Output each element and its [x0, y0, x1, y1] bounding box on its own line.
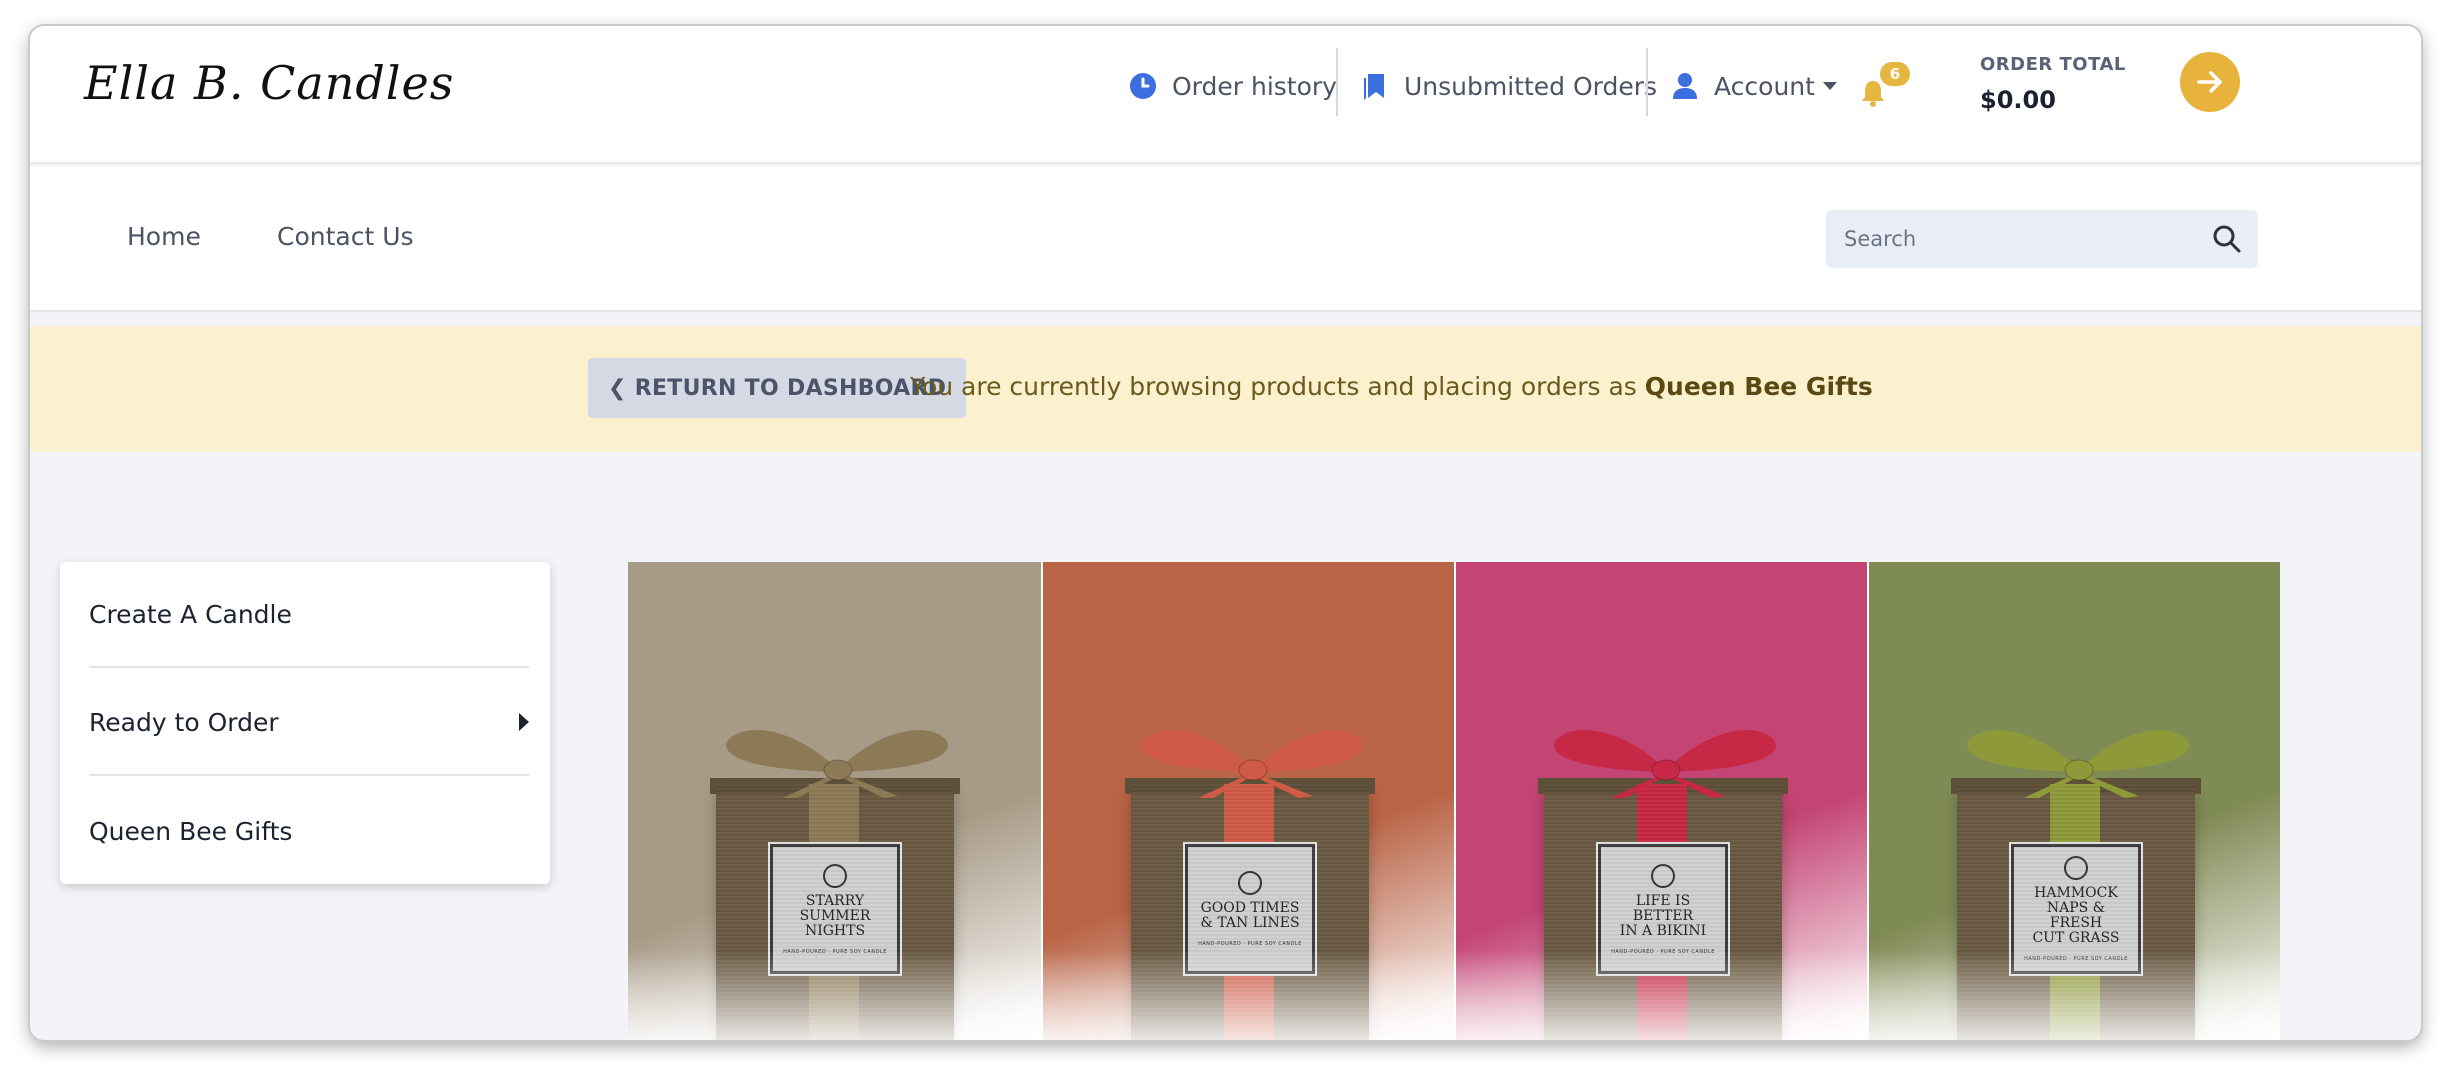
banner-message: You are currently browsing products and … — [910, 372, 1873, 401]
product-panel-life-is-better-in-a-bikini[interactable]: LIFE IS BETTER IN A BIKINI HAND-POURED ·… — [1454, 562, 1867, 1040]
order-total-value: $0.00 — [1980, 86, 2056, 114]
user-icon — [1670, 71, 1700, 101]
product-panel-good-times-tan-lines[interactable]: GOOD TIMES & TAN LINES HAND-POURED · PUR… — [1041, 562, 1454, 1040]
search-bar — [1826, 210, 2258, 268]
return-label: RETURN TO DASHBOARD — [634, 375, 947, 401]
search-button[interactable] — [2212, 224, 2242, 254]
banner-customer-name: Queen Bee Gifts — [1644, 372, 1873, 401]
candle-label-line: NIGHTS — [804, 922, 866, 939]
chevron-left-icon: ❮ — [608, 375, 627, 401]
bee-seal-icon — [1651, 863, 1675, 888]
app-window: Ella B. Candles Order history Unsubmitte… — [30, 26, 2421, 1040]
clock-icon — [1128, 71, 1158, 101]
panel-fade — [1456, 950, 1867, 1040]
product-panel-hammock-naps[interactable]: HAMMOCK NAPS & FRESH CUT GRASS HAND-POUR… — [1867, 562, 2280, 1040]
panel-fade — [1869, 950, 2280, 1040]
notifications-button[interactable]: 6 — [1858, 62, 1918, 112]
candle-label-line: HAMMOCK — [2034, 885, 2118, 901]
candle-label-line: CUT GRASS — [2032, 930, 2120, 946]
sidebar-item-ready-to-order[interactable]: Ready to Order — [89, 670, 529, 776]
unsubmitted-orders-link[interactable]: Unsubmitted Orders — [1360, 66, 1657, 106]
nav-home[interactable]: Home — [127, 222, 201, 251]
top-bar: Ella B. Candles Order history Unsubmitte… — [30, 26, 2421, 164]
unsubmitted-orders-label: Unsubmitted Orders — [1404, 71, 1658, 101]
candle-label-line: NAPS & FRESH — [2046, 900, 2106, 931]
search-icon — [2213, 225, 2241, 253]
sidebar-item-label: Ready to Order — [89, 707, 279, 737]
panel-fade — [628, 950, 1041, 1040]
sidebar-item-create-a-candle[interactable]: Create A Candle — [89, 562, 529, 668]
candle-label-line: SUMMER — [799, 907, 871, 924]
search-input[interactable] — [1826, 210, 2186, 268]
ribbon-bow-icon — [1554, 730, 1776, 798]
candle-label-line: & TAN LINES — [1200, 915, 1300, 931]
candle-label-line: IN A BIKINI — [1619, 922, 1707, 939]
candle-label-line: LIFE IS BETTER — [1632, 892, 1694, 924]
divider — [1646, 48, 1648, 116]
bee-seal-icon — [2064, 856, 2088, 880]
brand-logo[interactable]: Ella B. Candles — [84, 56, 454, 110]
bookmark-icon — [1360, 71, 1390, 101]
ribbon-bow-icon — [1967, 730, 2189, 798]
ribbon-bow-icon — [726, 730, 948, 798]
notification-count-badge: 6 — [1880, 62, 1910, 86]
banner-text: You are currently browsing products and … — [910, 372, 1637, 401]
product-collection-banner: STARRY SUMMER NIGHTS HAND-POURED · PURE … — [628, 562, 2280, 1040]
sidebar-item-queen-bee-gifts[interactable]: Queen Bee Gifts — [89, 778, 529, 884]
category-sidebar: Create A Candle Ready to Order Queen Bee… — [60, 562, 550, 884]
panel-fade — [1043, 950, 1454, 1040]
bee-seal-icon — [823, 863, 847, 888]
account-menu[interactable]: Account — [1670, 66, 1837, 106]
order-history-link[interactable]: Order history — [1128, 66, 1337, 106]
caret-right-icon — [519, 713, 529, 731]
product-panel-starry-summer-nights[interactable]: STARRY SUMMER NIGHTS HAND-POURED · PURE … — [628, 562, 1041, 1040]
bee-seal-icon — [1238, 871, 1262, 895]
sidebar-item-label: Create A Candle — [89, 599, 292, 629]
order-history-label: Order history — [1172, 71, 1337, 101]
chevron-down-icon — [1822, 82, 1837, 90]
candle-small-print: HAND-POURED · PURE SOY CANDLE — [1198, 941, 1302, 947]
checkout-button[interactable] — [2180, 52, 2240, 112]
order-total-label: ORDER TOTAL — [1980, 54, 2126, 75]
sidebar-item-label: Queen Bee Gifts — [89, 816, 293, 846]
arrow-right-icon — [2197, 71, 2222, 93]
divider — [1336, 48, 1338, 116]
nav-contact-us[interactable]: Contact Us — [277, 222, 414, 251]
impersonation-banner: ❮ RETURN TO DASHBOARD You are currently … — [30, 326, 2421, 452]
account-label: Account — [1714, 71, 1815, 101]
candle-label-line: STARRY — [805, 892, 865, 909]
candle-label-line: GOOD TIMES — [1200, 900, 1300, 916]
ribbon-bow-icon — [1141, 730, 1363, 798]
main-nav: Home Contact Us — [30, 166, 2421, 312]
